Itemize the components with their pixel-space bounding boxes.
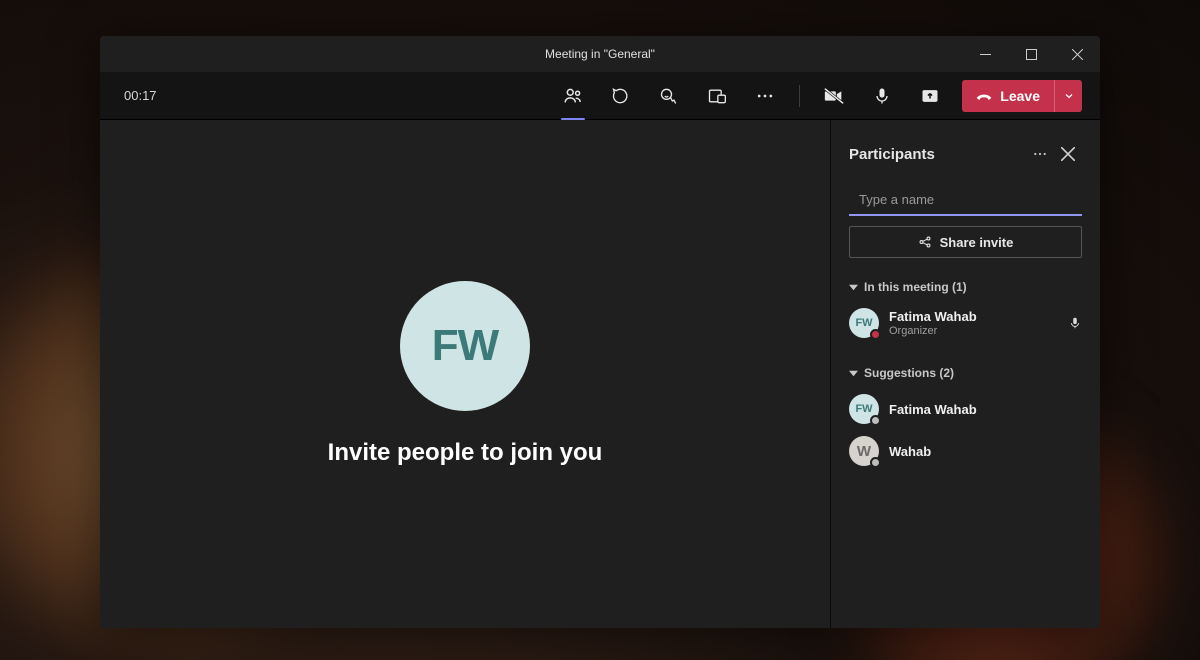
caret-down-icon (849, 369, 858, 378)
participant-name: Fatima Wahab (889, 309, 1058, 324)
participant-search-input[interactable] (849, 184, 1082, 216)
hangup-icon (976, 88, 992, 104)
rooms-button[interactable] (697, 76, 737, 116)
status-offline-icon (870, 415, 881, 426)
caret-down-icon (849, 283, 858, 292)
in-meeting-section-toggle[interactable]: In this meeting (1) (849, 280, 1082, 294)
suggestions-section-toggle[interactable]: Suggestions (2) (849, 366, 1082, 380)
participants-panel: Participants Share invite (830, 120, 1100, 628)
minimize-button[interactable] (962, 36, 1008, 72)
maximize-icon (1026, 49, 1037, 60)
chevron-down-icon (1063, 90, 1075, 102)
close-icon (1061, 147, 1075, 161)
more-actions-button[interactable] (745, 76, 785, 116)
in-meeting-label: In this meeting (1) (864, 280, 967, 294)
share-invite-button[interactable]: Share invite (849, 226, 1082, 258)
close-button[interactable] (1054, 36, 1100, 72)
share-invite-label: Share invite (940, 235, 1014, 250)
panel-close-button[interactable] (1054, 140, 1082, 168)
participant-row[interactable]: FW Fatima Wahab Organizer (849, 302, 1082, 344)
status-busy-icon (870, 329, 881, 340)
avatar: FW (849, 308, 879, 338)
ellipsis-icon (755, 86, 775, 106)
rooms-icon (707, 86, 727, 106)
close-icon (1072, 49, 1083, 60)
mic-button[interactable] (862, 76, 902, 116)
window-title: Meeting in "General" (238, 47, 962, 61)
suggestion-row[interactable]: FW Fatima Wahab (849, 388, 1082, 430)
participants-button[interactable] (553, 76, 593, 116)
titlebar: Meeting in "General" (100, 36, 1100, 72)
suggestions-label: Suggestions (2) (864, 366, 954, 380)
participants-icon (562, 85, 584, 107)
suggestion-row[interactable]: W Wahab (849, 430, 1082, 472)
share-screen-icon (920, 86, 940, 106)
leave-label: Leave (1000, 88, 1040, 104)
ellipsis-icon (1032, 146, 1048, 162)
camera-off-icon (823, 85, 845, 107)
panel-more-button[interactable] (1026, 140, 1054, 168)
participant-role: Organizer (889, 325, 1058, 337)
meeting-toolbar: 00:17 (100, 72, 1100, 120)
camera-button[interactable] (814, 76, 854, 116)
meeting-window: Meeting in "General" 00:17 (100, 36, 1100, 628)
minimize-icon (980, 49, 991, 60)
share-screen-button[interactable] (910, 76, 950, 116)
leave-button[interactable]: Leave (962, 80, 1054, 112)
invite-prompt: Invite people to join you (328, 439, 603, 467)
status-offline-icon (870, 457, 881, 468)
avatar: FW (849, 394, 879, 424)
self-avatar: FW (400, 281, 530, 411)
chat-button[interactable] (601, 76, 641, 116)
avatar-initials: FW (432, 321, 498, 371)
maximize-button[interactable] (1008, 36, 1054, 72)
suggestion-name: Wahab (889, 444, 1082, 459)
meeting-stage: FW Invite people to join you (100, 120, 830, 628)
panel-title: Participants (849, 146, 1026, 163)
mic-on-icon (1068, 316, 1082, 330)
reactions-button[interactable] (649, 76, 689, 116)
divider (799, 85, 800, 107)
chat-icon (611, 86, 631, 106)
reactions-icon (659, 86, 679, 106)
suggestion-name: Fatima Wahab (889, 402, 1082, 417)
share-icon (918, 235, 932, 249)
leave-menu-button[interactable] (1054, 80, 1082, 112)
mic-icon (872, 86, 892, 106)
meeting-timer: 00:17 (124, 88, 157, 103)
avatar: W (849, 436, 879, 466)
